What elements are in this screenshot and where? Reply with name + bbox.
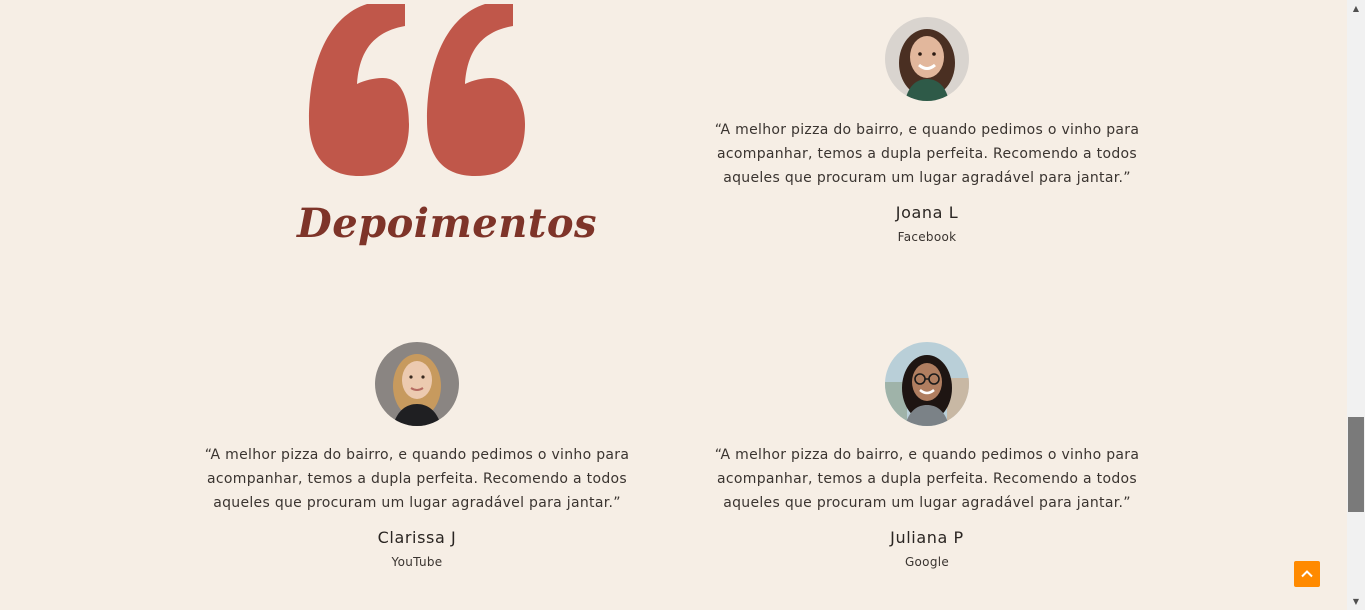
chevron-up-icon <box>1301 570 1313 578</box>
testimonial-card: “A melhor pizza do bairro, e quando pedi… <box>692 342 1162 569</box>
testimonial-source: Facebook <box>897 230 957 244</box>
testimonials-section: Depoimentos “A melhor pizza do bairro, e… <box>0 0 1347 610</box>
testimonial-source: YouTube <box>391 555 443 569</box>
testimonial-quote: “A melhor pizza do bairro, e quando pedi… <box>714 122 1140 186</box>
avatar <box>885 17 969 101</box>
testimonial-author: Clarissa J <box>377 528 457 547</box>
scroll-up-arrow-icon[interactable]: ▲ <box>1347 0 1365 17</box>
testimonial-author: Joana L <box>895 203 959 222</box>
avatar <box>375 342 459 426</box>
testimonial-quote: “A melhor pizza do bairro, e quando pedi… <box>204 447 630 511</box>
back-to-top-button[interactable] <box>1294 561 1320 587</box>
testimonial-author: Juliana P <box>890 528 964 547</box>
double-quote-icon <box>309 4 525 176</box>
testimonial-source: Google <box>904 555 950 569</box>
avatar <box>885 342 969 426</box>
testimonial-card: “A melhor pizza do bairro, e quando pedi… <box>182 342 652 569</box>
scroll-down-arrow-icon[interactable]: ▼ <box>1347 593 1365 610</box>
vertical-scrollbar[interactable]: ▲ ▼ <box>1347 0 1365 610</box>
testimonial-card: “A melhor pizza do bairro, e quando pedi… <box>692 17 1162 244</box>
scrollbar-thumb[interactable] <box>1348 417 1364 512</box>
section-title: Depoimentos <box>297 200 598 247</box>
testimonial-quote: “A melhor pizza do bairro, e quando pedi… <box>714 447 1140 511</box>
